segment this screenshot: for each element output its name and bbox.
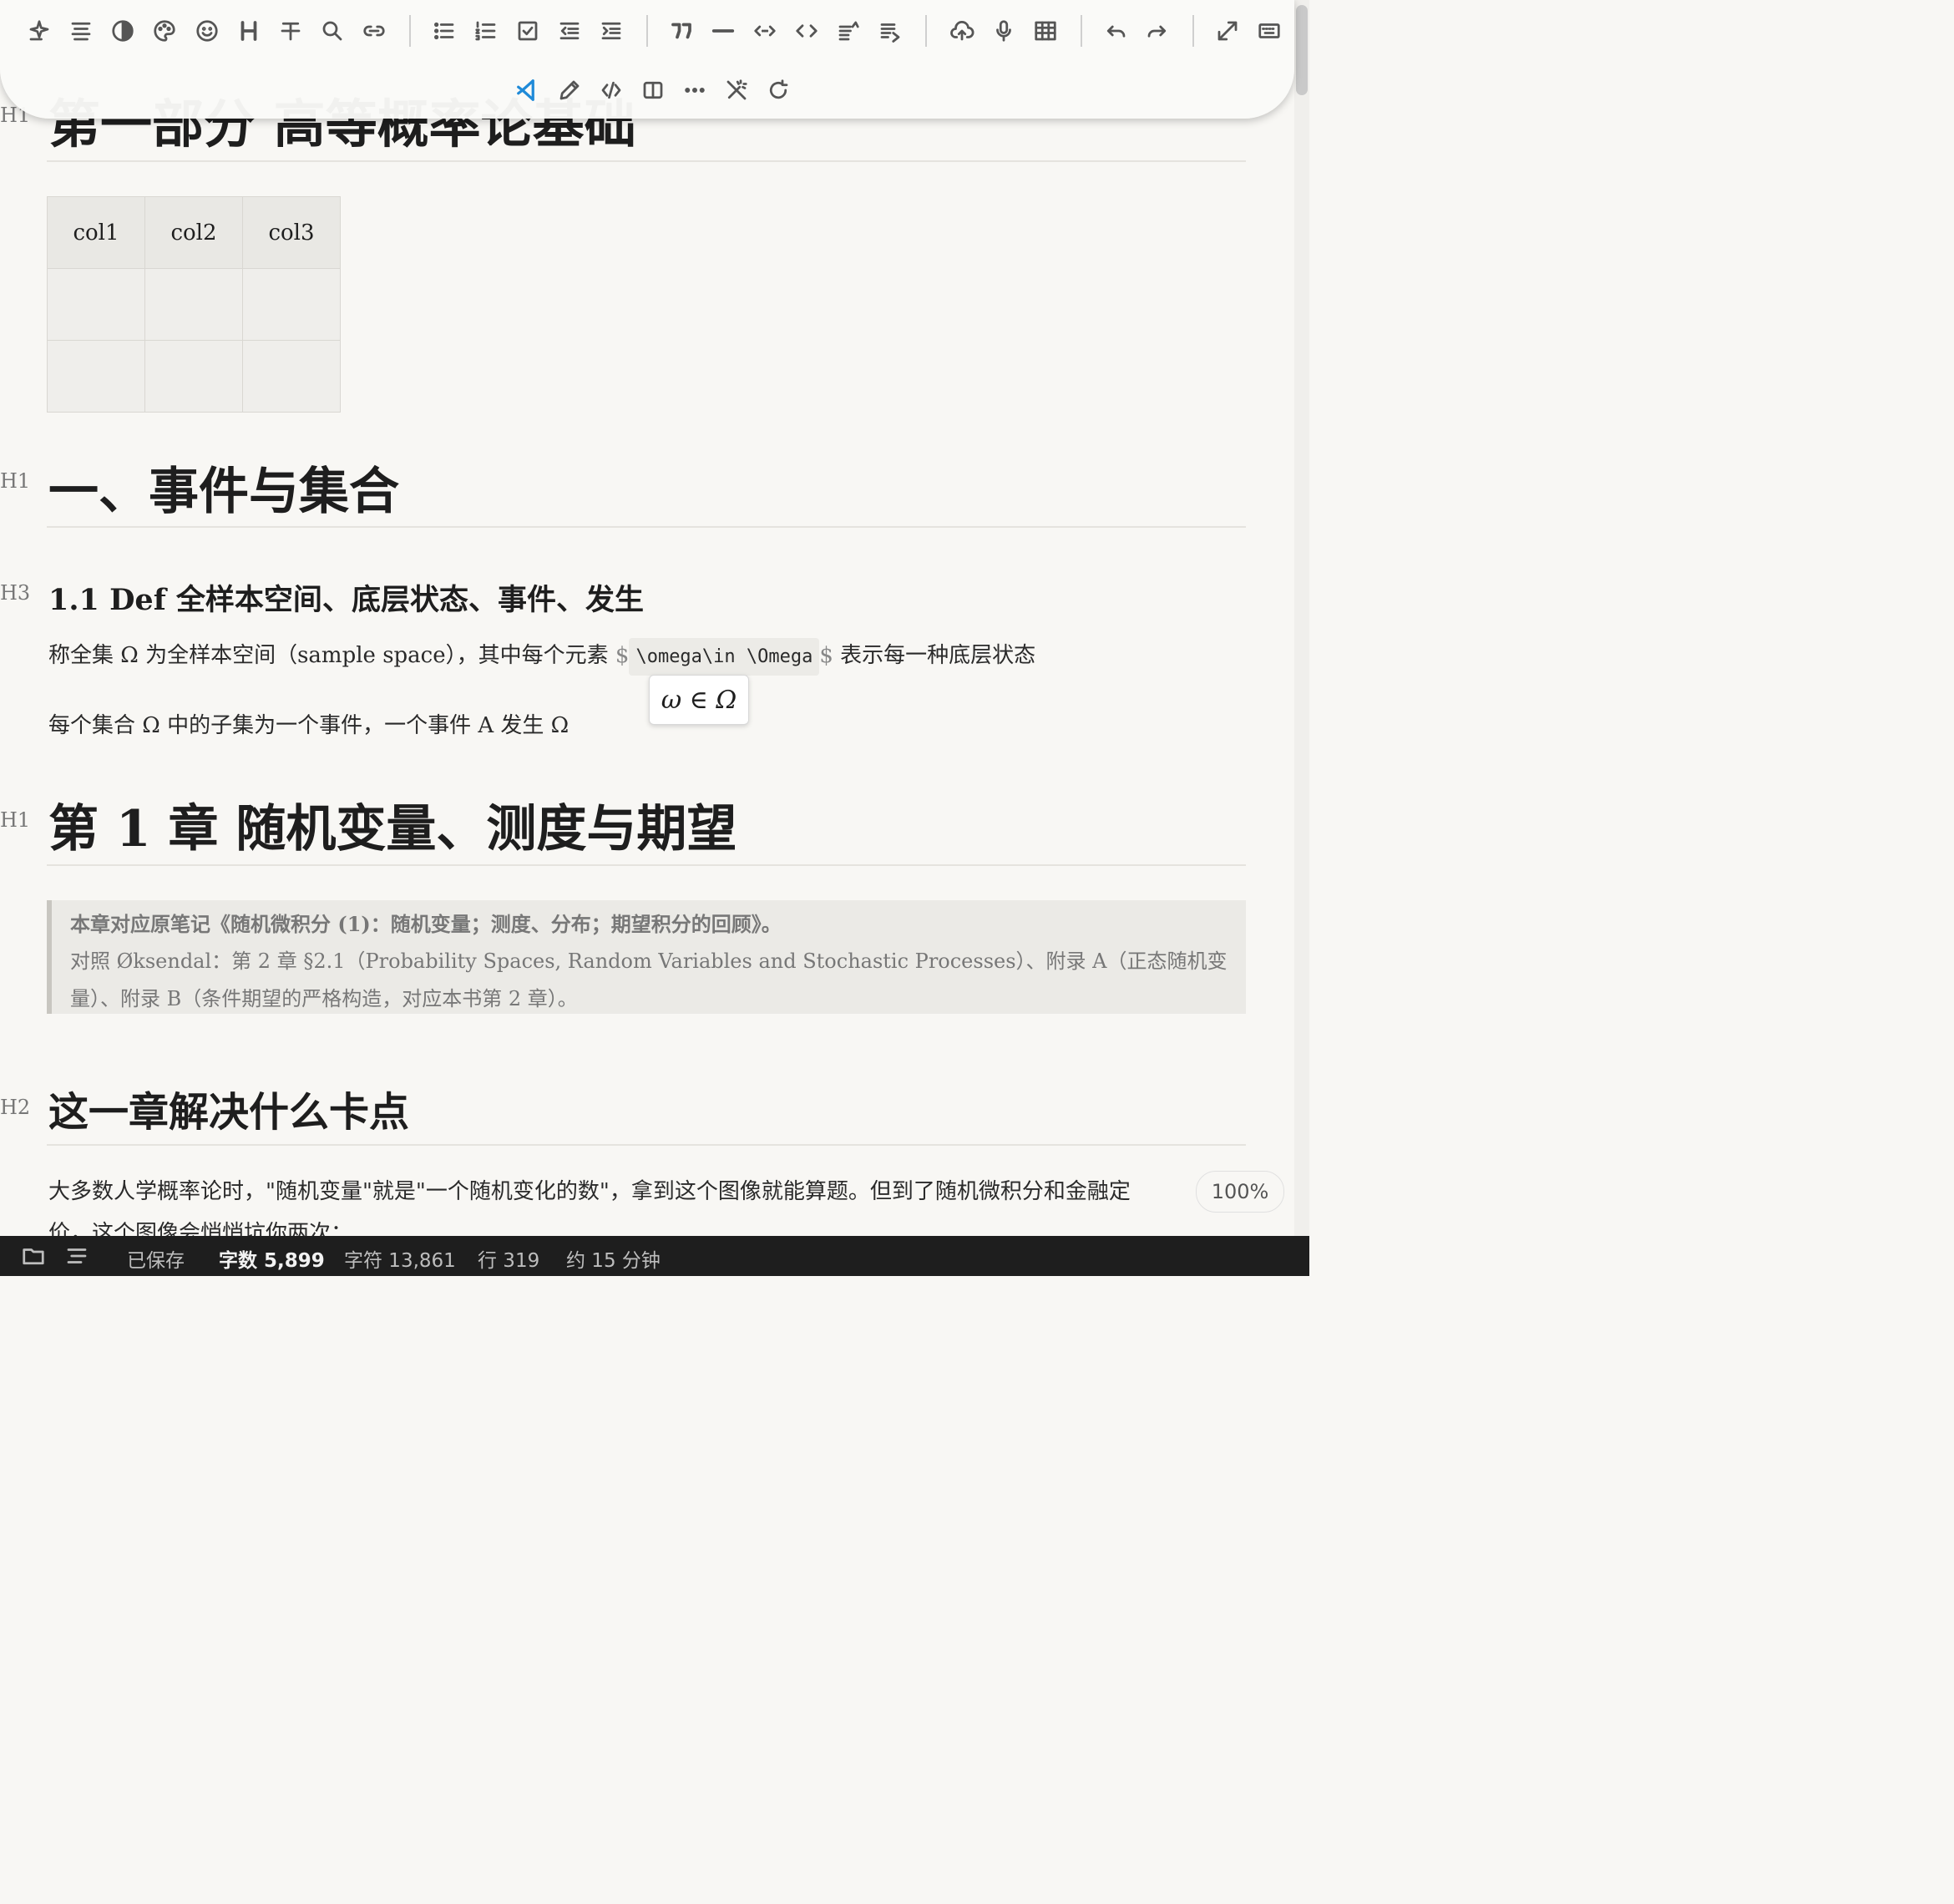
heading-level-marker: H2 [0,1096,31,1119]
table-cell[interactable] [47,340,145,413]
data-table[interactable]: col1 col2 col3 [47,196,341,413]
table-header-cell[interactable]: col1 [47,196,145,269]
inline-code-icon[interactable] [748,14,782,48]
outline-icon[interactable] [60,1239,94,1273]
heading-rule [47,864,1246,866]
redo-icon[interactable] [1141,14,1174,48]
align-icon[interactable] [64,14,98,48]
bullet-list-icon[interactable] [428,14,461,48]
paragraph-events[interactable]: 每个集合 Ω 中的子集为一个事件，一个事件 A 发生 Ω [48,708,569,739]
heading-level-marker: H3 [0,581,31,605]
source-icon[interactable] [595,73,628,107]
editor-toolbar [0,0,1294,119]
undo-icon[interactable] [1099,14,1132,48]
scroll-thumb[interactable] [1296,5,1308,95]
table-cell[interactable] [144,268,243,341]
table-header-cell[interactable]: col2 [144,196,243,269]
strikethrough-icon[interactable] [274,14,307,48]
outdent-icon[interactable] [553,14,586,48]
contrast-icon[interactable] [106,14,139,48]
table-cell[interactable] [144,340,243,413]
char-count: 字符 13,861 [344,1250,456,1272]
line-count: 行 319 [478,1250,540,1272]
editor-content[interactable]: H1 第一部分 高等概率论基础 col1 col2 col3 H1 一、事件与集… [0,0,1286,1236]
quote-line: 本章对应原笔记《随机微积分 (1)：随机变量；测度、分布；期望积分的回顾》。 [70,912,782,936]
math-delimiter: $ [819,643,833,668]
paragraph-intro-line[interactable]: 大多数人学概率论时，"随机变量"就是"一个随机变化的数"，拿到这个图像就能算题。… [48,1174,1131,1205]
search-icon[interactable] [316,14,349,48]
keyboard-icon[interactable] [1253,14,1286,48]
refresh-icon[interactable] [762,73,795,107]
indent-icon[interactable] [595,14,628,48]
chapter-title[interactable]: 第 1 章 随机变量、测度与期望 [48,788,737,861]
section-title-events[interactable]: 一、事件与集合 [48,451,399,524]
toolbar-separator [409,15,411,47]
vscode-icon[interactable] [511,73,544,107]
vertical-scrollbar[interactable] [1294,0,1309,1236]
emoji-icon[interactable] [190,14,224,48]
status-bar: 已保存 字数 5,899 字符 13,861 行 319 约 15 分钟 [0,1236,1309,1276]
toolbar-separator [925,15,927,47]
blockquote[interactable]: 本章对应原笔记《随机微积分 (1)：随机变量；测度、分布；期望积分的回顾》。 对… [47,900,1246,1014]
heading-level-marker: H1 [0,469,31,493]
checkbox-icon[interactable] [511,14,544,48]
math-delimiter: $ [615,643,630,668]
link-icon[interactable] [357,14,391,48]
paragraph-text: 表示每一种底层状态 [833,643,1036,668]
cloud-upload-icon[interactable] [945,14,979,48]
wand-off-icon[interactable] [720,73,753,107]
section-heading-stuck[interactable]: 这一章解决什么卡点 [48,1079,409,1137]
table-cell[interactable] [47,268,145,341]
toolbar-separator [1192,15,1194,47]
quote-line: 对照 Øksendal：第 2 章 §2.1（Probability Space… [70,949,1228,973]
book-icon[interactable] [636,73,670,107]
table-cell[interactable] [242,268,341,341]
toolbar-separator [1081,15,1082,47]
table-header-cell[interactable]: col3 [242,196,341,269]
folder-icon[interactable] [17,1239,50,1273]
quote-line: 量）、附录 B（条件期望的严格构造，对应本书第 2 章）。 [70,987,578,1010]
more-icon[interactable] [678,73,711,107]
list-down-icon[interactable] [873,14,907,48]
heading-icon[interactable] [232,14,266,48]
reading-time: 约 15 分钟 [566,1250,661,1272]
inline-math-source[interactable]: \omega\in \Omega [629,638,820,676]
palette-icon[interactable] [148,14,181,48]
code-icon[interactable] [790,14,823,48]
heading-rule [47,526,1246,528]
sparkle-icon[interactable] [23,14,56,48]
quote-icon[interactable] [665,14,698,48]
word-count[interactable]: 字数 5,899 [219,1244,325,1273]
zoom-level[interactable]: 100% [1196,1171,1284,1213]
ordered-list-icon[interactable] [469,14,503,48]
list-up-icon[interactable] [832,14,865,48]
paragraph-sample-space[interactable]: 称全集 Ω 为全样本空间（sample space），其中每个元素 $ \omeg… [48,638,1036,676]
math-preview-popup: ω ∈ Ω [649,675,749,725]
heading-rule [47,160,1246,162]
toolbar-separator [646,15,648,47]
definition-heading[interactable]: 1.1 Def 全样本空间、底层状态、事件、发生 [48,576,644,619]
table-icon[interactable] [1029,14,1062,48]
expand-icon[interactable] [1211,14,1244,48]
hr-icon[interactable] [706,14,740,48]
heading-rule [47,1144,1246,1146]
heading-level-marker: H1 [0,808,31,832]
pencil-icon[interactable] [553,73,586,107]
mic-icon[interactable] [987,14,1020,48]
paragraph-intro-line[interactable]: 价，这个图像会悄悄坑你两次： [48,1216,352,1236]
table-cell[interactable] [242,340,341,413]
paragraph-text: 称全集 Ω 为全样本空间（sample space），其中每个元素 [48,643,615,668]
save-status: 已保存 [127,1250,185,1272]
